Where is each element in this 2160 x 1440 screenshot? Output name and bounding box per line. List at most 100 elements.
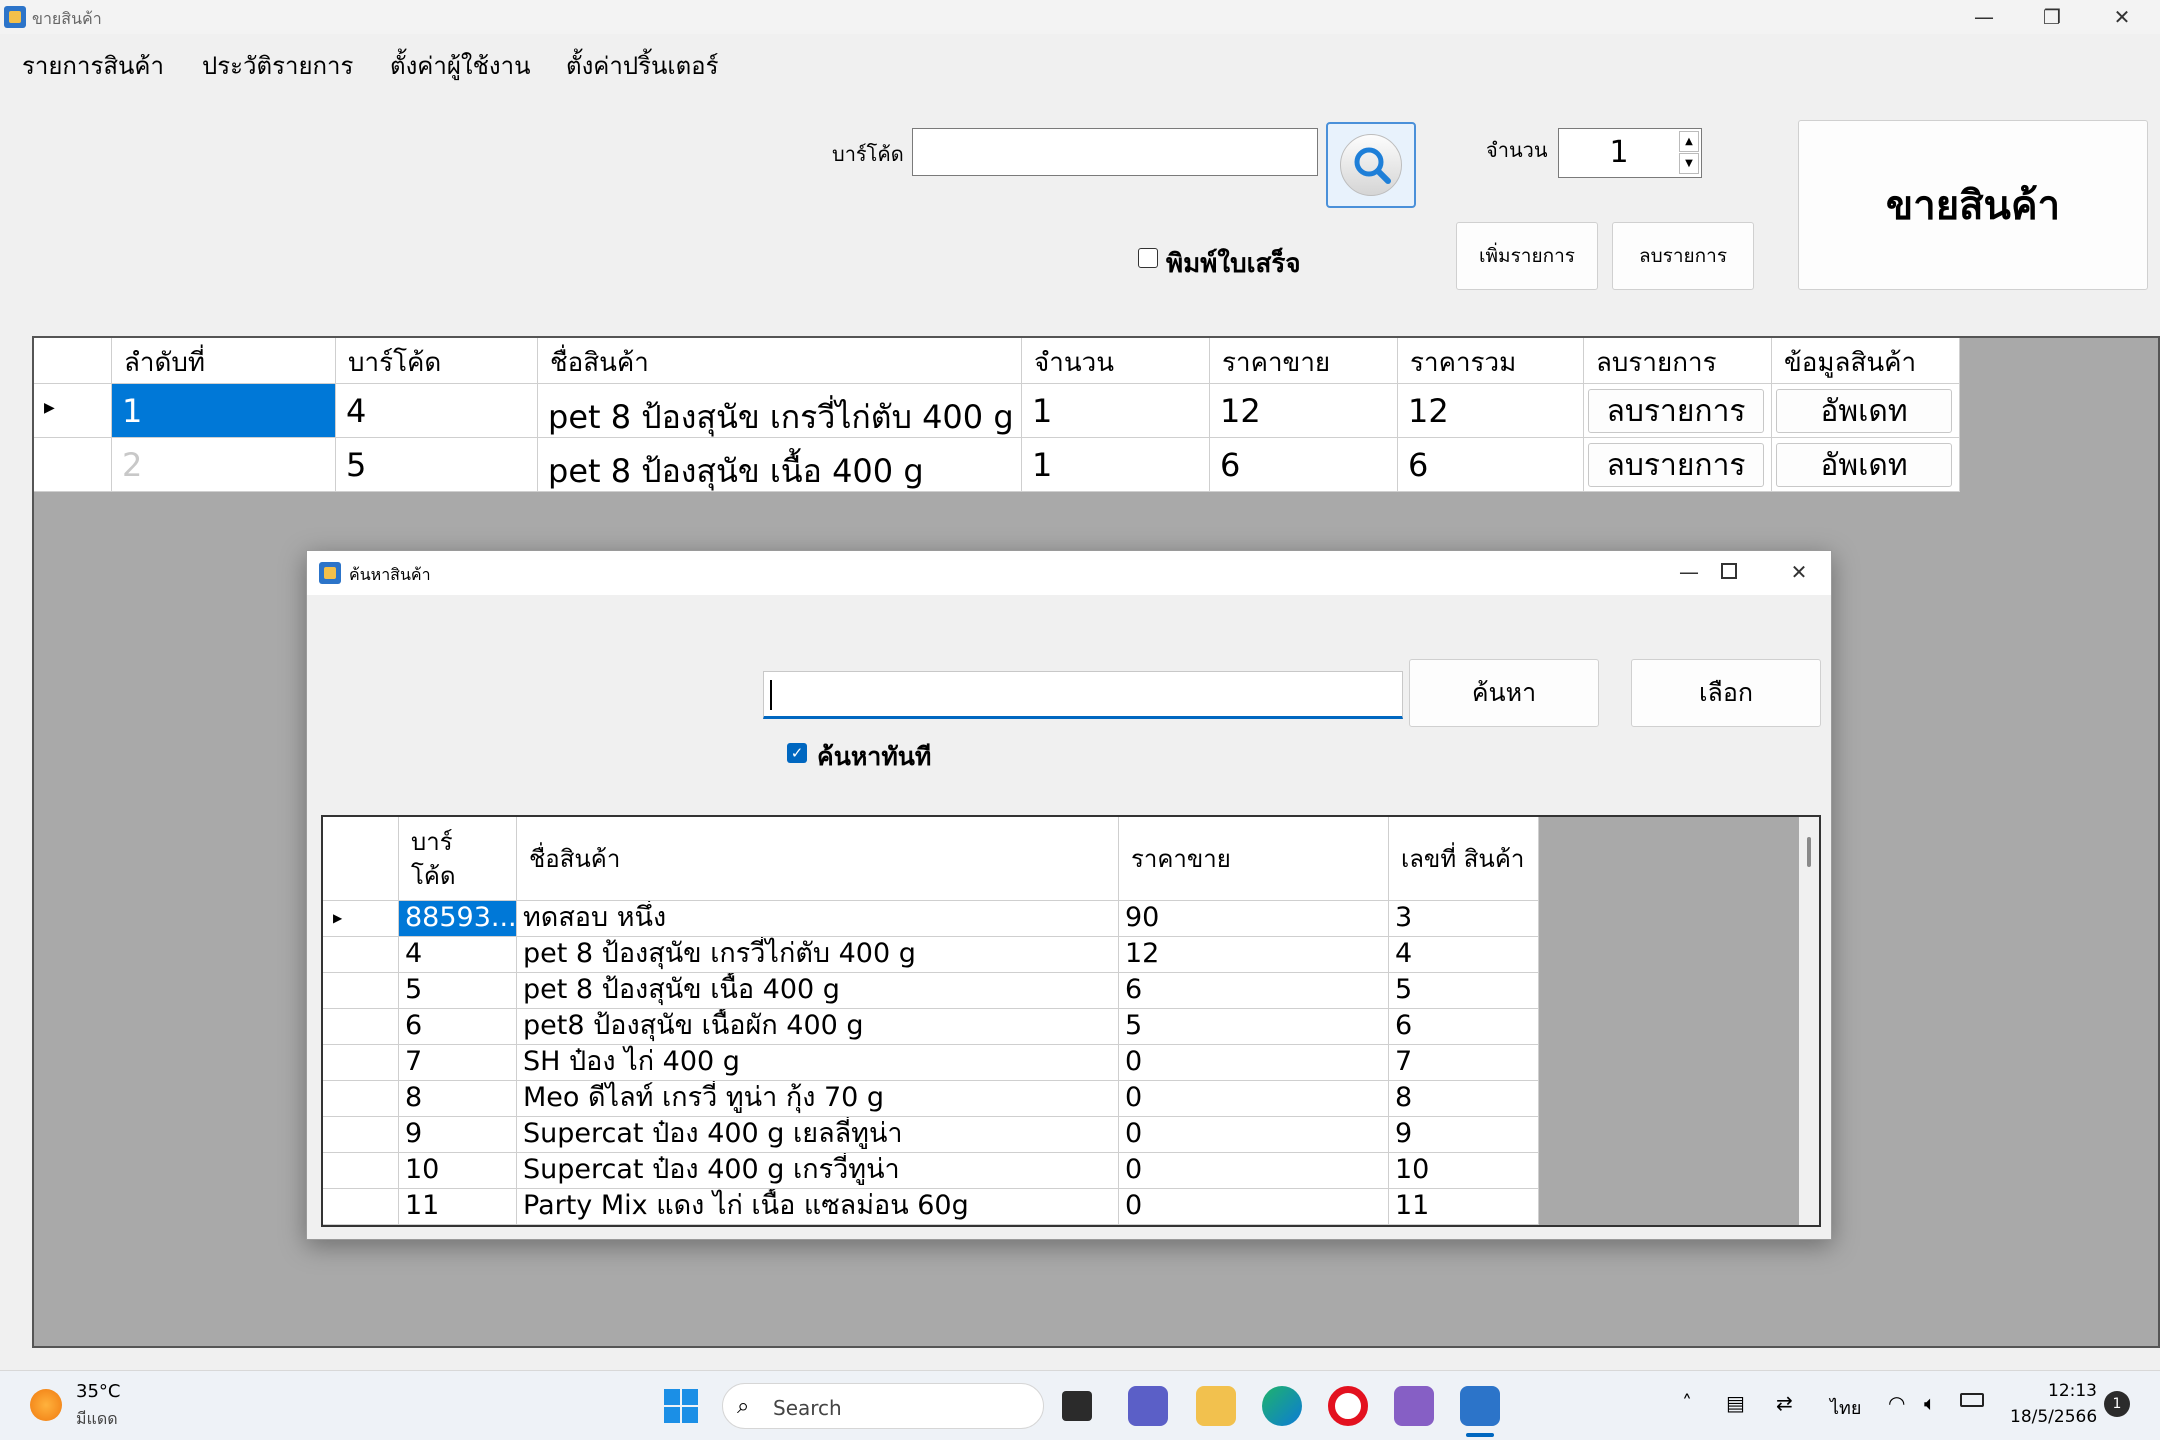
grid-cell[interactable]: 1 [1022,438,1210,492]
file-explorer-icon[interactable] [1196,1386,1236,1426]
grid-cell[interactable]: 4 [399,937,517,973]
menu-item-printer-settings[interactable]: ตั้งค่าปริ้นเตอร์ [566,46,718,85]
stepper-up-icon[interactable]: ▲ [1679,131,1699,152]
row-header[interactable] [323,973,399,1009]
column-header[interactable]: ลบรายการ [1584,338,1772,384]
language-indicator[interactable]: ไทย [1830,1393,1861,1422]
grid-cell[interactable]: 3 [1389,901,1539,937]
grid-cell[interactable]: 10 [1389,1153,1539,1189]
row-header[interactable] [323,1117,399,1153]
task-view-icon[interactable] [1062,1391,1092,1421]
grid-cell[interactable]: Supercat ป๋อง 400 g เยลลี่ทูน่า [517,1117,1119,1153]
grid-cell[interactable]: 12 [1210,384,1398,438]
grid-cell[interactable]: 0 [1119,1045,1389,1081]
grid-cell[interactable]: 7 [399,1045,517,1081]
grid-cell[interactable]: 2 [112,438,336,492]
clock-time[interactable]: 12:13 [2048,1381,2097,1401]
column-header[interactable]: บาร์ โค้ด [399,817,517,901]
visual-studio-icon[interactable] [1394,1386,1434,1426]
grid-cell[interactable]: 6 [1210,438,1398,492]
minimize-button[interactable]: — [1954,0,2014,34]
vertical-scrollbar[interactable] [1799,817,1819,1225]
start-icon[interactable] [664,1389,698,1423]
grid-cell[interactable]: 6 [1398,438,1584,492]
grid-cell[interactable]: 0 [1119,1081,1389,1117]
grid-cell[interactable]: 11 [1389,1189,1539,1225]
column-header[interactable]: ชื่อสินค้า [517,817,1119,901]
grid-cell[interactable]: 10 [399,1153,517,1189]
grid-cell[interactable]: 11 [399,1189,517,1225]
grid-cell[interactable]: 1 [112,384,336,438]
grid-cell[interactable]: 6 [1389,1009,1539,1045]
grid-cell[interactable]: 0 [1119,1117,1389,1153]
restore-button[interactable]: ❐ [2022,0,2082,34]
dialog-select-button[interactable]: เลือก [1631,659,1821,727]
dialog-maximize-button[interactable] [1721,563,1737,579]
menu-item-user-settings[interactable]: ตั้งค่าผู้ใช้งาน [390,46,531,85]
grid-cell[interactable]: Meo ดีไลท์ เกรวี่ ทูน่า กุ้ง 70 g [517,1081,1119,1117]
grid-cell[interactable]: 4 [336,384,538,438]
chat-icon[interactable] [1128,1386,1168,1426]
meet-icon[interactable]: ▤ [1726,1391,1745,1415]
update-row-button[interactable]: อัพเดท [1776,389,1952,433]
row-header[interactable] [323,1045,399,1081]
stepper-down-icon[interactable]: ▼ [1679,153,1699,174]
grid-cell[interactable]: 9 [399,1117,517,1153]
grid-cell[interactable]: ทดสอบ หนึ่ง [517,901,1119,937]
grid-cell[interactable]: SH ป๋อง ไก่ 400 g [517,1045,1119,1081]
column-header[interactable]: ราคารวม [1398,338,1584,384]
grid-cell[interactable]: pet8 ป้องสุนัข เนื้อผัก 400 g [517,1009,1119,1045]
remove-item-button[interactable]: ลบรายการ [1612,222,1754,290]
grid-cell[interactable]: 1 [1022,384,1210,438]
sun-icon[interactable] [30,1389,62,1421]
notification-badge[interactable]: 1 [2104,1391,2130,1417]
add-item-button[interactable]: เพิ่มรายการ [1456,222,1598,290]
grid-cell[interactable]: 0 [1119,1189,1389,1225]
taskbar-search-box[interactable]: ⌕ Search [722,1383,1044,1429]
grid-cell[interactable]: 88593... [399,901,517,937]
pen-icon[interactable]: ⇄ [1776,1391,1793,1415]
grid-cell[interactable]: 90 [1119,901,1389,937]
column-header[interactable]: ราคาขาย [1210,338,1398,384]
grid-cell[interactable]: 5 [1119,1009,1389,1045]
clock-date[interactable]: 18/5/2566 [2010,1407,2097,1427]
grid-cell[interactable]: 6 [399,1009,517,1045]
menu-item-products[interactable]: รายการสินค้า [22,46,164,85]
grid-cell[interactable]: 9 [1389,1117,1539,1153]
volume-icon[interactable]: 🔈︎ [1924,1391,1936,1415]
column-header[interactable]: จำนวน [1022,338,1210,384]
grid-cell[interactable]: 8 [1389,1081,1539,1117]
remove-row-button[interactable]: ลบรายการ [1588,389,1764,433]
dialog-close-button[interactable]: ✕ [1769,555,1829,589]
wifi-icon[interactable]: ◠ [1888,1391,1905,1415]
row-header[interactable] [34,438,112,492]
opera-icon[interactable] [1328,1386,1368,1426]
grid-cell[interactable]: pet 8 ป้องสุนัข เนื้อ 400 g [538,438,1022,492]
battery-icon[interactable] [1960,1393,1984,1407]
grid-cell[interactable]: pet 8 ป้องสุนัข เนื้อ 400 g [517,973,1119,1009]
sell-button[interactable]: ขายสินค้า [1798,120,2148,290]
grid-cell[interactable]: 8 [399,1081,517,1117]
edge-icon[interactable] [1262,1386,1302,1426]
update-row-button[interactable]: อัพเดท [1776,443,1952,487]
barcode-input[interactable] [912,128,1318,176]
grid-cell[interactable]: 12 [1119,937,1389,973]
column-header[interactable]: ชื่อสินค้า [538,338,1022,384]
column-header[interactable]: ข้อมูลสินค้า [1772,338,1960,384]
quantity-stepper[interactable]: 1 ▲ ▼ [1558,128,1702,178]
dialog-search-input[interactable] [763,671,1403,719]
grid-cell[interactable]: 5 [1389,973,1539,1009]
grid-cell[interactable]: Supercat ป๋อง 400 g เกรวี่ทูน่า [517,1153,1119,1189]
grid-cell[interactable]: 6 [1119,973,1389,1009]
close-button[interactable]: ✕ [2092,0,2152,34]
column-header[interactable]: เลขที่ สินค้า [1389,817,1539,901]
grid-cell[interactable]: pet 8 ป้องสุนัข เกรวี่ไก่ตับ 400 g [517,937,1119,973]
print-receipt-checkbox[interactable] [1138,248,1158,268]
grid-cell[interactable]: Party Mix แดง ไก่ เนื้อ แซลม่อน 60g [517,1189,1119,1225]
grid-cell[interactable]: pet 8 ป้องสุนัข เกรวี่ไก่ตับ 400 g [538,384,1022,438]
grid-cell[interactable]: 4 [1389,937,1539,973]
row-header[interactable] [323,1189,399,1225]
grid-cell[interactable]: 7 [1389,1045,1539,1081]
dialog-search-button[interactable]: ค้นหา [1409,659,1599,727]
pos-app-icon[interactable] [1460,1386,1500,1426]
